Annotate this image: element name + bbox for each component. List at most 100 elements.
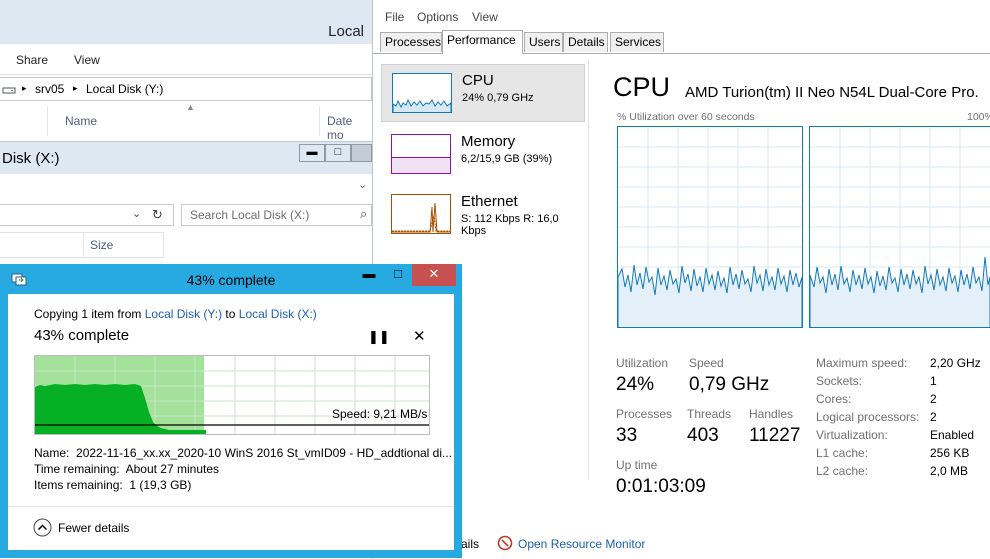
file-list-header: ▲ Name Date mo	[0, 102, 372, 142]
detail-items: Items remaining: 1 (19,3 GB)	[34, 478, 191, 492]
info-value-max-speed: 2,20 GHz	[930, 356, 981, 370]
close-button[interactable]: ✕	[412, 264, 456, 286]
menu-options[interactable]: Options	[417, 10, 458, 24]
dialog-body: Copying 1 item from Local Disk (Y:) to L…	[8, 294, 454, 550]
info-value-cores: 2	[930, 392, 937, 406]
items-remaining-label: Items remaining:	[34, 478, 123, 492]
destination-link[interactable]: Local Disk (X:)	[239, 307, 317, 321]
cancel-copy-button[interactable]: ✕	[413, 327, 426, 345]
chevron-right-icon: ▸	[73, 83, 78, 93]
pause-button[interactable]: ❚❚	[368, 329, 390, 345]
ribbon-tab-share[interactable]: Share	[16, 53, 48, 67]
processes-value: 33	[616, 425, 638, 446]
copy-progress-dialog: 43% complete ▬ □ ✕ Copying 1 item from L…	[0, 264, 462, 558]
cpu-model: AMD Turion(tm) II Neo N54L Dual-Core Pro…	[685, 84, 979, 101]
column-size[interactable]: Size	[90, 238, 113, 252]
sidebar-item-cpu[interactable]: CPU 24% 0,79 GHz	[381, 64, 585, 122]
uptime-value: 0:01:03:09	[616, 476, 706, 497]
menu-bar: File Options View	[373, 5, 990, 27]
tab-processes[interactable]: Processes	[380, 32, 442, 52]
sidebar-sub-memory: 6,2/15,9 GB (39%)	[461, 153, 553, 165]
minimize-button[interactable]: ▬	[354, 264, 384, 286]
chevron-right-icon: ▸	[22, 83, 27, 93]
utilization-label: Utilization	[616, 356, 669, 370]
progress-heading: 43% complete	[34, 327, 130, 344]
sidebar-item-memory[interactable]: Memory 6,2/15,9 GB (39%)	[381, 126, 585, 184]
detail-time: Time remaining: About 27 minutes	[34, 462, 219, 476]
memory-thumbnail-graph	[391, 134, 451, 174]
uptime-label: Up time	[616, 458, 658, 472]
info-label-l1-cache: L1 cache:	[816, 446, 869, 460]
column-date-modified[interactable]: Date mo	[327, 114, 372, 142]
search-input[interactable]: Search Local Disk (X:)	[190, 208, 309, 222]
open-resource-monitor-link[interactable]: Open Resource Monitor	[518, 537, 645, 551]
name-label: Name:	[34, 446, 70, 460]
maximize-button[interactable]: □	[325, 144, 351, 162]
speed-label: Speed	[689, 356, 724, 370]
threads-value: 403	[687, 425, 719, 446]
page-title: CPU	[613, 72, 671, 102]
graph-max: 100%	[967, 111, 990, 123]
time-remaining-label: Time remaining:	[34, 462, 120, 476]
minimize-button[interactable]: ▬	[299, 144, 325, 162]
tab-services[interactable]: Services	[610, 32, 664, 52]
chevron-down-icon[interactable]: ⌄	[132, 207, 141, 220]
window-title: Disk (X:)	[2, 150, 60, 167]
address-bar[interactable]: ▸ srv05 ▸ Local Disk (Y:)	[0, 77, 372, 101]
chevron-up-circle-icon[interactable]	[33, 518, 52, 540]
tab-bar: Processes Performance Users Details Serv…	[373, 30, 990, 54]
search-icon[interactable]: ⌕	[360, 206, 367, 222]
explorer-window-y: Local Share View ▸ srv05 ▸ Local Disk (Y…	[0, 0, 372, 142]
refresh-icon[interactable]: ↻	[152, 207, 163, 223]
source-link[interactable]: Local Disk (Y:)	[145, 307, 222, 321]
sidebar-item-ethernet[interactable]: Ethernet S: 112 Kbps R: 16,0 Kbps	[381, 186, 585, 244]
name-value: 2022-11-16_xx.xx_2020-10 WinS 2016 St_vm…	[76, 446, 453, 460]
cpu-thumbnail-graph	[392, 73, 452, 113]
menu-file[interactable]: File	[385, 10, 404, 24]
breadcrumb-srv05[interactable]: srv05	[35, 82, 64, 96]
items-remaining-value: 1 (19,3 GB)	[129, 478, 192, 492]
ribbon-tab-view[interactable]: View	[74, 53, 100, 67]
info-value-sockets: 1	[930, 374, 937, 388]
sidebar-label-ethernet: Ethernet	[461, 193, 518, 210]
sidebar-sub-cpu: 24% 0,79 GHz	[462, 92, 534, 104]
sidebar-sub-ethernet: S: 112 Kbps R: 16,0 Kbps	[461, 213, 585, 237]
info-value-virtualization: Enabled	[930, 428, 975, 442]
handles-value: 11227	[749, 425, 801, 446]
chevron-down-icon[interactable]: ⌄	[358, 178, 367, 191]
menu-view[interactable]: View	[472, 10, 498, 24]
column-name[interactable]: Name	[65, 114, 97, 128]
copying-summary: Copying 1 item from Local Disk (Y:) to L…	[34, 307, 317, 321]
search-box[interactable]: Search Local Disk (X:) ⌕	[181, 204, 372, 226]
maximize-button[interactable]: □	[384, 264, 412, 286]
file-list-header: Size	[0, 232, 164, 258]
info-label-sockets: Sockets:	[816, 374, 863, 388]
fewer-details-link-partial[interactable]: ails	[461, 537, 479, 551]
sort-up-icon: ▲	[186, 102, 195, 112]
resource-monitor-icon	[497, 535, 513, 554]
cpu-graph-core-1	[809, 126, 990, 328]
info-value-l2-cache: 2,0 MB	[930, 464, 969, 478]
sidebar-label-cpu: CPU	[462, 72, 494, 89]
info-label-cores: Cores:	[816, 392, 852, 406]
tab-details[interactable]: Details	[563, 32, 608, 52]
info-value-l1-cache: 256 KB	[930, 446, 970, 460]
detail-name: Name: 2022-11-16_xx.xx_2020-10 WinS 2016…	[34, 446, 452, 460]
tab-users[interactable]: Users	[524, 32, 563, 52]
breadcrumb-local-disk-y[interactable]: Local Disk (Y:)	[86, 82, 163, 96]
address-bar[interactable]: ⌄ ↻	[0, 204, 174, 226]
ribbon: Share View	[0, 44, 372, 75]
tab-performance[interactable]: Performance	[442, 30, 523, 54]
speed-value: 0,79 GHz	[689, 374, 770, 395]
copy-progress-graph: Speed: 9,21 MB/s	[34, 355, 430, 435]
ethernet-send-label: S:	[461, 213, 472, 225]
copying-to-word: to	[222, 307, 239, 321]
utilization-value: 24%	[616, 374, 655, 395]
close-button[interactable]	[351, 144, 372, 162]
fewer-details-button[interactable]: Fewer details	[58, 521, 129, 535]
transfer-speed: Speed: 9,21 MB/s	[332, 407, 428, 421]
threads-label: Threads	[687, 407, 732, 421]
handles-label: Handles	[749, 407, 794, 421]
time-remaining-value: About 27 minutes	[125, 462, 220, 476]
explorer-titlebar: Local	[0, 0, 372, 44]
